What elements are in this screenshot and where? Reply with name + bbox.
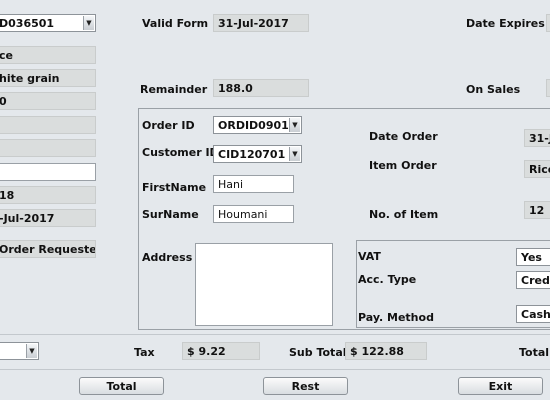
pay-method-label: Pay. Method	[358, 311, 434, 324]
no-of-item-value: 12	[524, 201, 550, 219]
left-field-6	[0, 139, 96, 157]
subtotal-value: $ 122.88	[345, 342, 427, 360]
address-textarea[interactable]	[195, 243, 333, 326]
left-field-8: 18	[0, 186, 96, 204]
chevron-down-icon: ▼	[26, 344, 37, 358]
no-of-item-label: No. of Item	[369, 208, 439, 221]
address-label: Address	[142, 251, 193, 264]
left-field-4: 0	[0, 92, 96, 110]
acc-type-select[interactable]: Credit	[516, 271, 550, 289]
left-field-7[interactable]	[0, 163, 96, 181]
subtotal-label: Sub Total	[289, 346, 347, 359]
customer-id-label: Customer ID	[142, 146, 219, 159]
valid-form-value: 31-Jul-2017	[213, 14, 309, 32]
vat-label: VAT	[358, 250, 381, 263]
date-expires-label: Date Expires	[466, 17, 545, 30]
customer-id-combo[interactable]: CID120701 ▼	[213, 145, 302, 163]
date-order-label: Date Order	[369, 130, 438, 143]
surname-input[interactable]: Houmani	[213, 205, 294, 223]
order-id-label: Order ID	[142, 119, 195, 132]
surname-label: SurName	[142, 208, 199, 221]
chevron-down-icon: ▼	[83, 16, 94, 30]
on-sales-label: On Sales	[466, 83, 521, 96]
item-order-label: Item Order	[369, 159, 437, 172]
vat-select[interactable]: Yes	[516, 248, 550, 266]
acc-type-label: Acc. Type	[358, 273, 417, 286]
firstname-label: FirstName	[142, 181, 207, 194]
valid-form-label: Valid Form	[142, 17, 209, 30]
left-field-3: hite grain	[0, 69, 96, 87]
reset-button[interactable]: Rest	[263, 377, 348, 395]
chevron-down-icon: ▼	[289, 118, 300, 132]
exit-button[interactable]: Exit	[458, 377, 543, 395]
pay-method-select[interactable]: Cash	[516, 305, 550, 323]
customer-id-value: CID120701	[218, 148, 286, 161]
tax-value: $ 9.22	[182, 342, 260, 360]
bottom-left-combo[interactable]: ▼	[0, 342, 39, 360]
on-sales-value	[546, 79, 550, 97]
separator-bottom	[0, 369, 550, 370]
invoice-id-value: D036501	[0, 17, 55, 30]
left-field-9: -Jul-2017	[0, 209, 96, 227]
remainder-label: Remainder	[140, 83, 208, 96]
total-label: Total	[519, 346, 550, 359]
item-order-value: Rice	[524, 160, 550, 178]
order-id-value: ORDID09011	[218, 119, 297, 132]
tax-label: Tax	[134, 346, 155, 359]
invoice-id-combo[interactable]: D036501 ▼	[0, 14, 96, 32]
date-expires-value	[546, 14, 550, 32]
firstname-input[interactable]: Hani	[213, 175, 294, 193]
remainder-value: 188.0	[213, 79, 309, 97]
chevron-down-icon: ▼	[289, 147, 300, 161]
order-id-combo[interactable]: ORDID09011 ▼	[213, 116, 302, 134]
order-status-badge: Order Requested	[0, 240, 96, 258]
left-field-2: ce	[0, 46, 96, 64]
total-button[interactable]: Total	[79, 377, 164, 395]
date-order-value: 31-J	[524, 129, 550, 147]
left-field-5	[0, 116, 96, 134]
separator-top	[0, 334, 550, 335]
